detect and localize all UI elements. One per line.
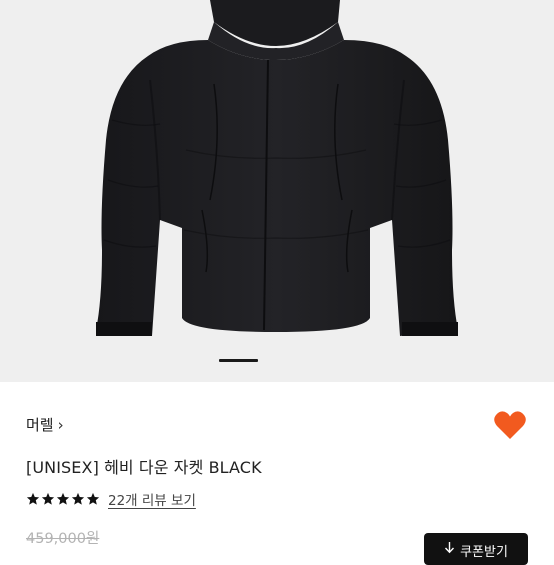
star-rating [26,492,100,506]
rating-row: 22개 리뷰 보기 [26,489,196,509]
coupon-label: 쿠폰받기 [460,545,508,560]
product-photo [96,0,458,336]
star-icon [41,492,55,505]
product-image-gallery[interactable] [0,0,554,382]
heart-icon[interactable] [493,410,527,440]
star-icon [56,492,70,505]
gallery-pager-indicator [219,359,258,362]
star-icon [86,492,100,505]
chevron-right-icon: › [57,415,64,434]
brand-name: 머렐 [26,416,54,434]
original-price: 459,000원 [26,531,100,547]
product-info: 머렐 › [UNISEX] 헤비 다운 자켓 BLACK 22개 리뷰 보기 4… [0,382,554,565]
product-title: [UNISEX] 헤비 다운 자켓 BLACK [26,458,262,477]
star-icon [26,492,40,505]
review-link[interactable]: 22개 리뷰 보기 [108,489,196,509]
download-arrow-icon [445,542,455,554]
coupon-button[interactable]: 쿠폰받기 [424,533,528,565]
star-icon [71,492,85,505]
brand-link[interactable]: 머렐 › [26,414,64,435]
